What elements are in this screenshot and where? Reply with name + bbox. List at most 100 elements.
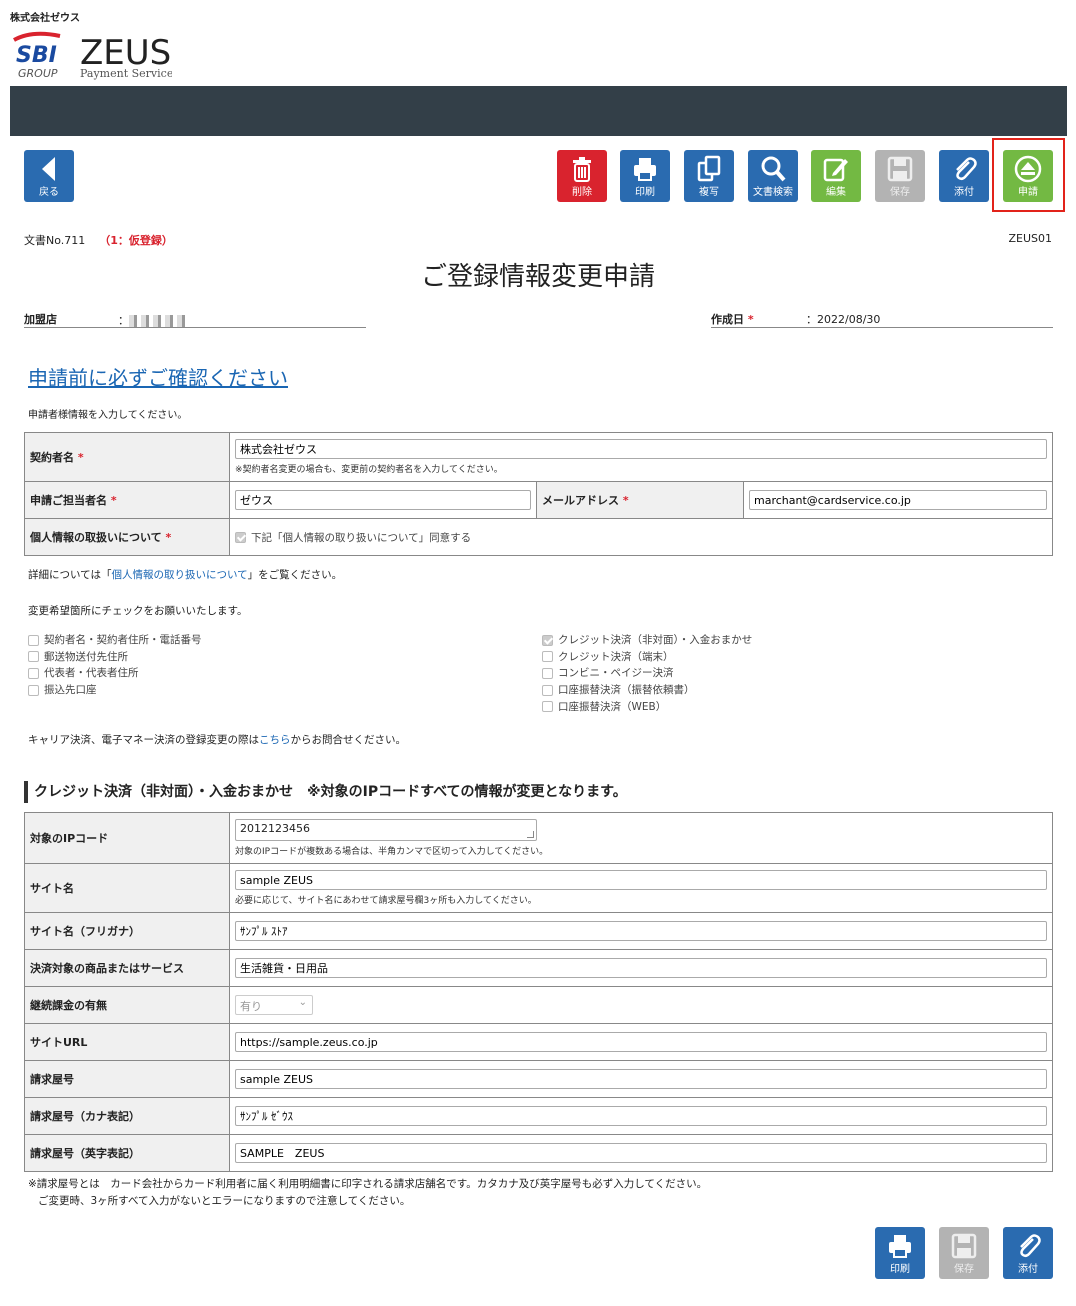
save-icon bbox=[951, 1233, 977, 1259]
contractor-label: 契約者名 * bbox=[24, 432, 230, 482]
bottom-attach-label: 添付 bbox=[1018, 1264, 1038, 1275]
print-label: 印刷 bbox=[635, 187, 655, 198]
check-item[interactable]: 代表者・代表者住所 bbox=[28, 665, 202, 682]
doc-status: （1：仮登録） bbox=[99, 234, 173, 247]
bottom-save-button[interactable]: 保存 bbox=[939, 1227, 989, 1279]
ip-code-label: 対象のIPコード bbox=[24, 812, 230, 864]
privacy-detail: 詳細については「個人情報の取り扱いについて」をご覧ください。 bbox=[28, 569, 343, 581]
checkbox[interactable] bbox=[542, 684, 553, 696]
checkbox[interactable] bbox=[28, 651, 39, 663]
carrier-link[interactable]: こちら bbox=[259, 734, 291, 746]
person-input[interactable] bbox=[235, 490, 531, 510]
back-arrow-icon bbox=[42, 157, 55, 181]
bottom-attach-button[interactable]: 添付 bbox=[1003, 1227, 1053, 1279]
product-input[interactable] bbox=[235, 958, 1047, 978]
apply-highlight-frame bbox=[992, 138, 1065, 212]
ip-code-note: 対象のIPコードが複数ある場合は、半角カンマで区切って入力してください。 bbox=[235, 847, 549, 857]
check-item[interactable]: コンビニ・ペイジー決済 bbox=[542, 665, 752, 682]
privacy-consent-text: 下記「個人情報の取り扱いについて」同意する bbox=[251, 531, 472, 544]
paperclip-icon bbox=[1020, 1234, 1041, 1258]
billing-footnote-2: ご変更時、3ヶ所すべて入力がないとエラーになりますので注意してください。 bbox=[38, 1195, 411, 1207]
check-item[interactable]: クレジット決済（端末） bbox=[542, 649, 752, 666]
edit-label: 編集 bbox=[826, 187, 846, 198]
checkbox[interactable] bbox=[28, 667, 39, 679]
edit-icon bbox=[823, 158, 848, 182]
checkbox[interactable] bbox=[28, 634, 39, 646]
privacy-consent-checkbox[interactable] bbox=[235, 532, 246, 543]
chevron-down-icon: ⌄ bbox=[298, 997, 307, 1008]
print-button[interactable]: 印刷 bbox=[620, 150, 670, 202]
back-label: 戻る bbox=[39, 187, 59, 198]
ip-code-textarea[interactable]: 2012123456 bbox=[235, 819, 537, 841]
date-underline bbox=[711, 327, 1053, 328]
site-url-input[interactable] bbox=[235, 1032, 1047, 1052]
email-label: メールアドレス * bbox=[536, 481, 744, 519]
copy-label: 複写 bbox=[699, 187, 719, 198]
bottom-print-button[interactable]: 印刷 bbox=[875, 1227, 925, 1279]
change-checks-left: 契約者名・契約者住所・電話番号 郵送物送付先住所 代表者・代表者住所 振込先口座 bbox=[28, 632, 202, 699]
check-item[interactable]: 振込先口座 bbox=[28, 682, 202, 699]
bottom-print-label: 印刷 bbox=[890, 1264, 910, 1275]
company-name: 株式会社ゼウス bbox=[10, 13, 80, 24]
attach-button[interactable]: 添付 bbox=[939, 150, 989, 202]
billing-footnote-1: ※請求屋号とは カード会社からカード利用者に届く利用明細書に印字される請求店舗名… bbox=[28, 1178, 708, 1190]
page-title: ご登録情報変更申請 bbox=[420, 262, 655, 292]
delete-label: 削除 bbox=[572, 187, 592, 198]
check-item[interactable]: 契約者名・契約者住所・電話番号 bbox=[28, 632, 202, 649]
site-name-input[interactable] bbox=[235, 870, 1047, 890]
recurring-label: 継続課金の有無 bbox=[24, 986, 230, 1024]
save-button[interactable]: 保存 bbox=[875, 150, 925, 202]
person-label: 申請ご担当者名 * bbox=[24, 481, 230, 519]
applicant-table: 契約者名 * ※契約者名変更の場合も、変更前の契約者名を入力してください。 申請… bbox=[24, 432, 1053, 556]
email-input[interactable] bbox=[749, 490, 1047, 510]
merchant-value: ： bbox=[118, 312, 185, 328]
applicant-intro: 申請者様情報を入力してください。 bbox=[28, 410, 188, 421]
logo-group: GROUP bbox=[18, 67, 58, 80]
privacy-label: 個人情報の取扱いについて * bbox=[24, 518, 230, 556]
billing-en-label: 請求屋号（英字表記） bbox=[24, 1134, 230, 1172]
checkbox[interactable] bbox=[542, 651, 553, 663]
checkbox[interactable] bbox=[542, 701, 553, 713]
printer-icon bbox=[889, 1235, 911, 1258]
check-intro: 変更希望箇所にチェックをお願いいたします。 bbox=[28, 605, 248, 617]
logo-brand: SBI bbox=[16, 43, 57, 68]
redacted-merchant-name bbox=[129, 315, 185, 327]
product-label: 決済対象の商品またはサービス bbox=[24, 949, 230, 987]
search-label: 文書検索 bbox=[753, 187, 793, 198]
copy-button[interactable]: 複写 bbox=[684, 150, 734, 202]
checkbox[interactable] bbox=[542, 634, 553, 646]
merchant-underline bbox=[24, 327, 366, 328]
check-item[interactable]: クレジット決済（非対面）・入金おまかせ bbox=[542, 632, 752, 649]
search-icon bbox=[761, 156, 786, 182]
attach-label: 添付 bbox=[954, 187, 974, 198]
created-date-label: 作成日 * bbox=[711, 313, 754, 326]
edit-button[interactable]: 編集 bbox=[811, 150, 861, 202]
check-item[interactable]: 口座振替決済（WEB） bbox=[542, 699, 752, 716]
copy-icon bbox=[697, 155, 721, 182]
contractor-input[interactable] bbox=[235, 439, 1047, 459]
check-item[interactable]: 郵送物送付先住所 bbox=[28, 649, 202, 666]
privacy-link[interactable]: 個人情報の取り扱いについて bbox=[111, 569, 247, 581]
top-navbar bbox=[10, 86, 1067, 136]
billing-name-label: 請求屋号 bbox=[24, 1060, 230, 1098]
bottom-save-label: 保存 bbox=[954, 1264, 974, 1275]
billing-en-input[interactable] bbox=[235, 1143, 1047, 1163]
back-button[interactable]: 戻る bbox=[24, 150, 74, 202]
billing-kana-label: 請求屋号（カナ表記） bbox=[24, 1097, 230, 1135]
delete-button[interactable]: 削除 bbox=[557, 150, 607, 202]
site-kana-input[interactable] bbox=[235, 921, 1047, 941]
billing-name-input[interactable] bbox=[235, 1069, 1047, 1089]
contractor-note: ※契約者名変更の場合も、変更前の契約者名を入力してください。 bbox=[235, 465, 503, 475]
save-icon bbox=[887, 156, 913, 182]
recurring-select[interactable]: 有り ⌄ bbox=[235, 995, 313, 1015]
printer-icon bbox=[634, 158, 656, 181]
billing-kana-input[interactable] bbox=[235, 1106, 1047, 1126]
change-checks-right: クレジット決済（非対面）・入金おまかせ クレジット決済（端末） コンビニ・ペイジ… bbox=[542, 632, 752, 715]
paperclip-icon bbox=[956, 157, 977, 181]
check-item[interactable]: 口座振替決済（振替依頼書） bbox=[542, 682, 752, 699]
search-button[interactable]: 文書検索 bbox=[748, 150, 798, 202]
checkbox[interactable] bbox=[28, 684, 39, 696]
site-name-note: 必要に応じて、サイト名にあわせて請求屋号欄3ヶ所も入力してください。 bbox=[235, 896, 537, 906]
notice-link[interactable]: 申請前に必ずご確認ください bbox=[28, 362, 288, 391]
checkbox[interactable] bbox=[542, 667, 553, 679]
